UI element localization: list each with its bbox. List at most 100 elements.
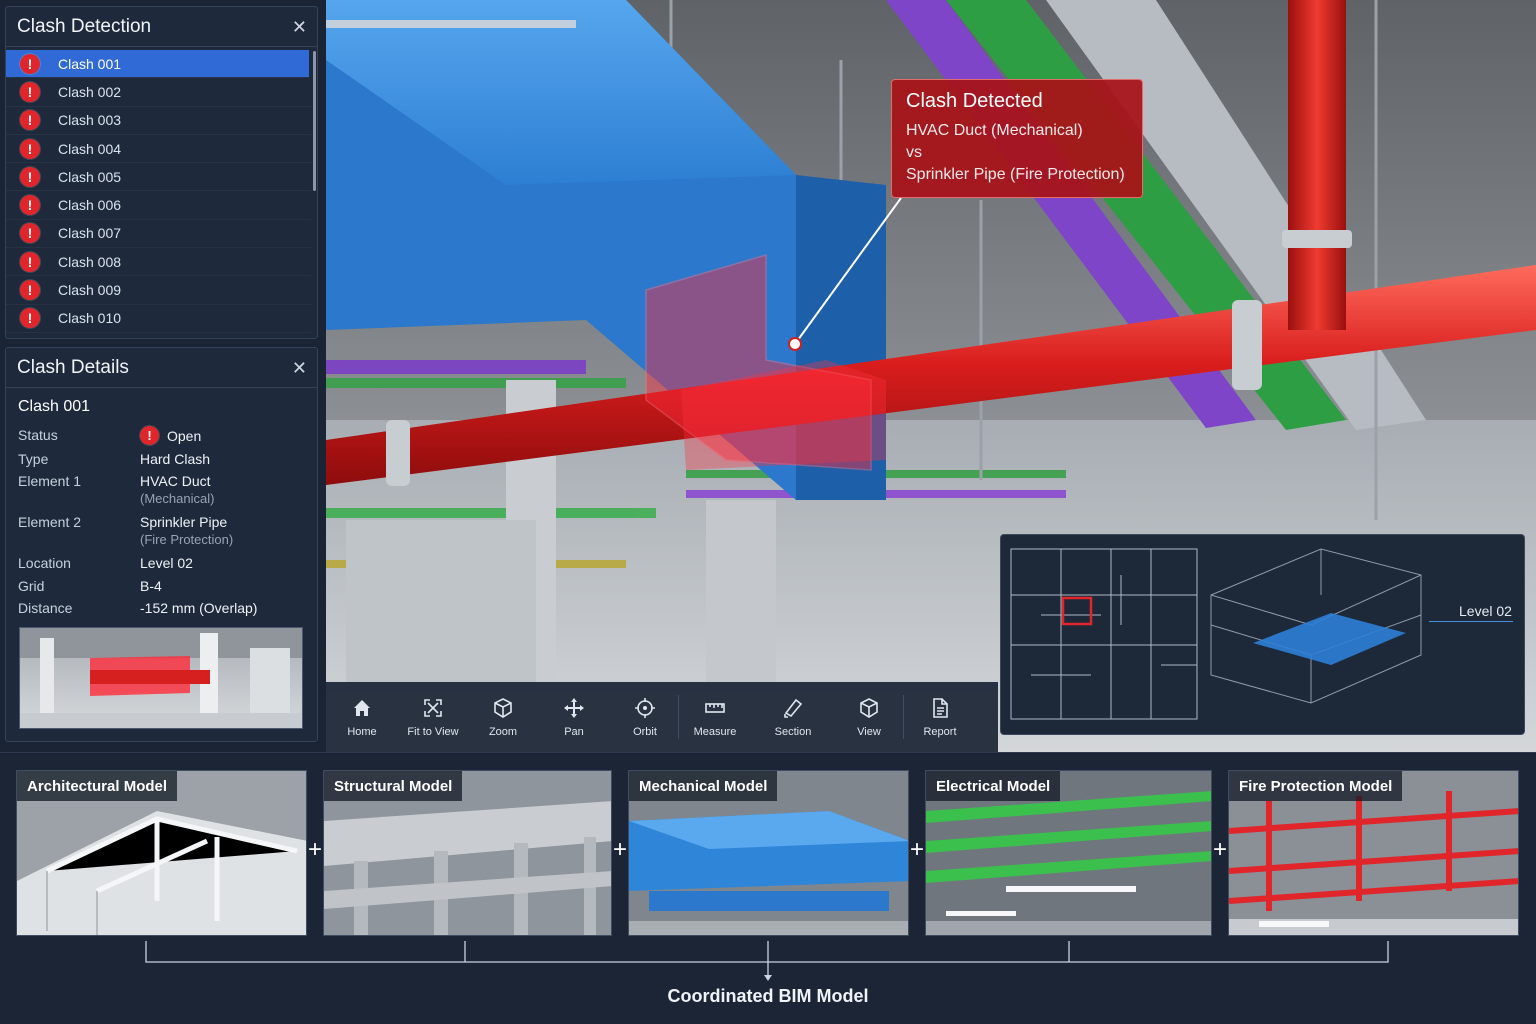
clash-list-item[interactable]: ! Clash 008: [6, 248, 311, 277]
view-button[interactable]: View: [835, 682, 903, 752]
ruler-icon: [705, 702, 725, 713]
error-icon: !: [20, 138, 40, 159]
pan-icon: [564, 697, 584, 718]
location-label: Location: [18, 555, 71, 571]
navigation-minimap[interactable]: Level 02: [1000, 534, 1525, 735]
clash-list-item[interactable]: ! Clash 003: [6, 107, 311, 135]
error-icon: !: [20, 251, 40, 272]
architectural-model-label: Architectural Model: [17, 771, 178, 801]
zoom-button[interactable]: Zoom: [470, 682, 536, 752]
clash-preview-image: [20, 628, 302, 728]
clash-list: ! Clash 001 ! Clash 002 ! Clash 003 ! Clash …: [6, 47, 317, 333]
close-icon[interactable]: ✕: [292, 18, 307, 36]
section-icon: [784, 698, 803, 718]
fire-protection-model-card[interactable]: Fire Protection Model: [1228, 770, 1519, 936]
error-icon: !: [20, 53, 40, 74]
section-button[interactable]: Section: [751, 682, 835, 752]
element-2-value: Sprinkler Pipe: [140, 514, 228, 530]
clash-item-label: Clash 008: [58, 253, 122, 270]
clash-item-label: Clash 005: [58, 168, 122, 185]
structural-model-label: Structural Model: [324, 771, 463, 801]
error-icon: !: [20, 81, 40, 102]
clash-list-item[interactable]: ! Clash 001: [6, 50, 309, 79]
error-icon: !: [20, 166, 40, 187]
close-icon[interactable]: ✕: [292, 359, 307, 377]
clash-item-label: Clash 009: [58, 282, 122, 299]
callout-title: Clash Detected: [906, 90, 1043, 112]
element-2-label: Element 2: [18, 514, 82, 530]
element-1-discipline: (Mechanical): [140, 491, 215, 506]
plus-icon: +: [612, 836, 627, 863]
distance-value: -152 mm (Overlap): [140, 600, 258, 616]
clash-name: Clash 001: [18, 398, 91, 415]
status-label: Status: [18, 427, 58, 443]
mechanical-model-label: Mechanical Model: [629, 771, 778, 801]
clash-list-item[interactable]: ! Clash 007: [6, 220, 311, 249]
scrollbar[interactable]: [313, 51, 316, 191]
error-icon: !: [20, 195, 40, 216]
document-icon: [933, 697, 948, 718]
error-icon: !: [140, 426, 159, 445]
type-value: Hard Clash: [140, 450, 211, 467]
clash-list-item[interactable]: ! Clash 009: [6, 276, 311, 305]
measure-button[interactable]: Measure: [679, 682, 751, 752]
fit-to-view-button[interactable]: Fit to View: [396, 682, 470, 752]
clash-details-panel: Clash Details ✕ Clash 001 Status! Open Ty…: [5, 347, 318, 742]
element-2-block: Sprinkler Pipe (Fire Protection): [140, 513, 233, 549]
callout-vs: vs: [906, 144, 922, 161]
architectural-model-card[interactable]: Architectural Model: [16, 770, 307, 936]
clash-item-label: Clash 007: [58, 225, 122, 242]
orbit-button[interactable]: Orbit: [612, 682, 678, 752]
clash-item-label: Clash 001: [58, 55, 122, 72]
measure-label: Measure: [693, 725, 737, 738]
electrical-model-label: Electrical Model: [926, 771, 1061, 801]
grid-label: Grid: [18, 577, 45, 594]
element-1-label: Element 1: [18, 473, 82, 489]
home-label: Home: [347, 725, 377, 738]
clash-detection-header: Clash Detection ✕: [6, 7, 317, 47]
cube-icon: [494, 697, 512, 718]
fire-protection-model-label: Fire Protection Model: [1229, 771, 1403, 801]
error-icon: !: [20, 223, 40, 244]
report-button[interactable]: Report: [904, 682, 976, 752]
pan-label: Pan: [564, 725, 584, 738]
element-1-block: HVAC Duct (Mechanical): [140, 472, 214, 508]
clash-item-label: Clash 002: [58, 83, 122, 100]
clash-list-item[interactable]: ! Clash 002: [6, 78, 311, 107]
error-icon: !: [20, 308, 40, 329]
status-badge: ! Open: [140, 426, 201, 445]
clash-details-title: Clash Details: [17, 356, 129, 378]
plus-icon: +: [909, 836, 924, 863]
mechanical-model-card[interactable]: Mechanical Model: [628, 770, 909, 936]
level-indicator-line: [1429, 621, 1513, 622]
orbit-icon: [635, 697, 655, 718]
merge-bracket: [145, 941, 1389, 981]
clash-preview-thumbnail[interactable]: [19, 627, 303, 729]
clash-item-label: Clash 006: [58, 197, 122, 214]
clash-details-header: Clash Details ✕: [6, 348, 317, 388]
plus-icon: +: [307, 836, 322, 863]
floor-plan-and-3d-view: [1010, 548, 1422, 720]
structural-model-card[interactable]: Structural Model: [323, 770, 612, 936]
level-label: Level 02: [1459, 603, 1512, 619]
element-1-value: HVAC Duct: [140, 473, 211, 489]
clash-callout: Clash Detected HVAC Duct (Mechanical) vs…: [891, 79, 1143, 198]
orbit-label: Orbit: [633, 725, 657, 738]
status-value: Open: [167, 427, 202, 444]
fit-to-view-icon: [424, 698, 442, 717]
error-icon: !: [20, 110, 40, 131]
clash-list-item[interactable]: ! Clash 006: [6, 191, 311, 220]
view-cube-icon: [860, 697, 878, 718]
electrical-model-card[interactable]: Electrical Model: [925, 770, 1212, 936]
plus-icon: +: [1212, 836, 1227, 863]
clash-list-item[interactable]: ! Clash 005: [6, 163, 311, 192]
type-label: Type: [18, 450, 49, 467]
view-label: View: [857, 725, 881, 738]
model-federation-section: Architectural Model + Structural Model +…: [0, 752, 1536, 1024]
clash-list-item[interactable]: ! Clash 004: [6, 135, 311, 164]
pan-button[interactable]: Pan: [536, 682, 612, 752]
clash-item-label: Clash 004: [58, 140, 122, 157]
home-button[interactable]: Home: [328, 682, 396, 752]
clash-list-item[interactable]: ! Clash 010: [6, 305, 311, 333]
clash-item-label: Clash 003: [58, 112, 122, 129]
